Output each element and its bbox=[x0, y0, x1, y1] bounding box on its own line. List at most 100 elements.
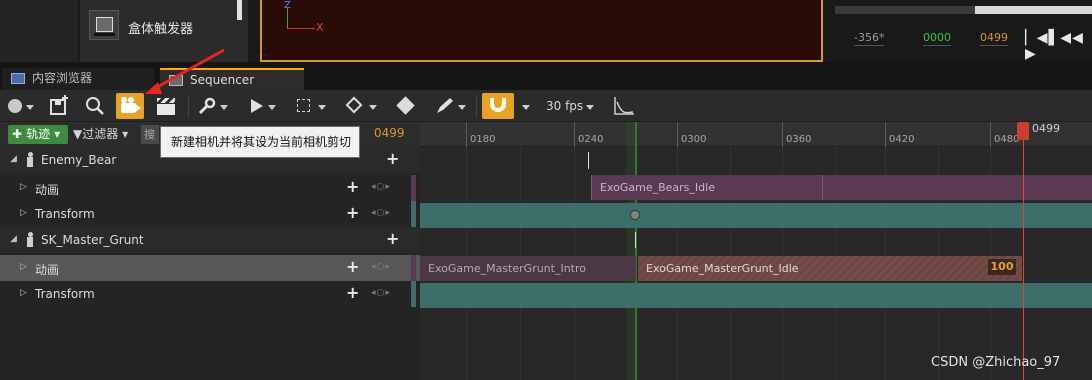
track-color-accent bbox=[411, 255, 416, 281]
key-navigation[interactable]: ◂○▸ bbox=[371, 262, 391, 272]
track-label: 动画 bbox=[35, 183, 60, 197]
actor-label: SK_Master_Grunt bbox=[41, 233, 144, 247]
lane-bear-animation[interactable]: ExoGame_Bears_Idle bbox=[420, 175, 1092, 201]
filter-button[interactable]: ▼过滤器 ▾ bbox=[73, 125, 135, 144]
key-navigation[interactable]: ◂○▸ bbox=[371, 208, 391, 218]
add-section-button[interactable]: + bbox=[346, 283, 359, 302]
add-track-plus-button[interactable]: + bbox=[386, 229, 399, 248]
place-actor-item[interactable]: 盒体触发器 bbox=[80, 0, 248, 62]
general-options-button[interactable] bbox=[196, 93, 232, 119]
auto-key-button[interactable] bbox=[434, 93, 470, 119]
section-transform[interactable] bbox=[420, 203, 1092, 228]
chevron-down-icon bbox=[268, 105, 276, 110]
expand-arrow-icon[interactable]: ▷ bbox=[20, 208, 27, 218]
tooltip: 新建相机并将其设为当前相机剪切 bbox=[160, 126, 360, 158]
select-edit-options-button[interactable] bbox=[296, 93, 330, 119]
marked-frames-button[interactable] bbox=[394, 93, 420, 119]
add-section-button[interactable]: + bbox=[346, 203, 359, 222]
transport-controls[interactable]: ▏◀▌◀◀ ▶ bbox=[1025, 30, 1092, 62]
current-frame-field[interactable]: 0499 bbox=[374, 126, 405, 140]
snap-options-dropdown[interactable] bbox=[520, 93, 534, 119]
filter-icon: ▼ bbox=[73, 127, 83, 141]
wrench-icon bbox=[198, 97, 216, 115]
filter-label: 过滤器 bbox=[82, 127, 119, 141]
scrollbar[interactable] bbox=[237, 0, 242, 20]
place-actor-label: 盒体触发器 bbox=[128, 22, 194, 37]
tab-label: 内容浏览器 bbox=[32, 71, 93, 85]
section-bears-idle[interactable]: ExoGame_Bears_Idle bbox=[591, 175, 1092, 200]
playback-range-track bbox=[835, 6, 975, 14]
timecode-start[interactable]: -356* bbox=[854, 31, 885, 46]
chevron-down-icon bbox=[318, 105, 326, 110]
timeline-area[interactable]: 0180 0240 0300 0360 0420 0480 ExoGame_Be… bbox=[420, 122, 1092, 380]
play-icon bbox=[251, 99, 263, 113]
keyframe-marker[interactable] bbox=[630, 210, 640, 220]
frame-rate-dropdown[interactable]: 30 fps bbox=[546, 93, 598, 119]
snap-toggle-button[interactable] bbox=[482, 93, 514, 119]
time-ruler[interactable]: 0180 0240 0300 0360 0420 0480 bbox=[420, 122, 1092, 147]
key-navigation[interactable]: ◂○▸ bbox=[371, 182, 391, 192]
outliner-row-transform[interactable]: ▷ Transform + ◂○▸ bbox=[0, 201, 420, 227]
outliner-row-animation-selected[interactable]: ▷ 动画 + ◂○▸ bbox=[0, 255, 420, 281]
search-input[interactable]: 搜 bbox=[141, 125, 159, 144]
curve-editor-button[interactable] bbox=[612, 93, 636, 119]
expand-arrow-icon[interactable]: ◢ bbox=[10, 234, 17, 244]
key-navigation[interactable]: ◂○▸ bbox=[371, 288, 391, 298]
track-label: 动画 bbox=[35, 263, 60, 277]
tick-label: 0180 bbox=[470, 134, 496, 145]
chevron-down-icon bbox=[220, 105, 228, 110]
tick-label: 0240 bbox=[578, 134, 604, 145]
playback-options-button[interactable] bbox=[248, 93, 280, 119]
tab-content-browser[interactable]: 内容浏览器 bbox=[2, 68, 154, 90]
tick-label: 0480 bbox=[994, 134, 1020, 145]
keyframe-icon bbox=[345, 96, 363, 114]
chevron-down-icon bbox=[522, 105, 530, 110]
find-in-content-browser-button[interactable] bbox=[83, 93, 107, 119]
save-button[interactable] bbox=[46, 93, 72, 119]
add-section-button[interactable]: + bbox=[346, 177, 359, 196]
playback-range-bar[interactable] bbox=[975, 6, 1092, 14]
box-trigger-icon bbox=[89, 10, 119, 40]
section-grunt-intro[interactable]: ExoGame_MasterGrunt_Intro bbox=[420, 256, 636, 281]
world-settings-button[interactable] bbox=[6, 93, 36, 119]
key-options-button[interactable] bbox=[344, 93, 380, 119]
playhead-handle[interactable] bbox=[1017, 122, 1029, 140]
toolbar-separator bbox=[188, 95, 189, 117]
expand-arrow-icon[interactable]: ▷ bbox=[20, 182, 27, 192]
watermark: CSDN @Zhichao_97 bbox=[931, 355, 1061, 370]
frame-rate-label: 30 fps bbox=[546, 99, 584, 113]
add-track-label: 轨迹 bbox=[26, 127, 51, 141]
track-label: Transform bbox=[35, 207, 95, 221]
sequencer-icon bbox=[169, 75, 183, 86]
add-track-plus-button[interactable]: + bbox=[386, 149, 399, 168]
axis-x-label: X bbox=[316, 21, 324, 34]
level-viewport[interactable] bbox=[260, 0, 823, 62]
toolbar-separator bbox=[476, 95, 477, 117]
clapperboard-icon bbox=[157, 98, 175, 103]
marquee-select-icon bbox=[297, 99, 310, 112]
expand-arrow-icon[interactable]: ▷ bbox=[20, 288, 27, 298]
add-section-button[interactable]: + bbox=[346, 257, 359, 276]
outliner-row-animation[interactable]: ▷ 动画 + ◂○▸ bbox=[0, 175, 420, 201]
left-panel-stub bbox=[0, 0, 78, 62]
actor-icon bbox=[26, 152, 34, 168]
outliner-row-transform[interactable]: ▷ Transform + ◂○▸ bbox=[0, 281, 420, 307]
render-movie-button[interactable] bbox=[154, 93, 180, 119]
timecode-current[interactable]: 0000 bbox=[923, 31, 951, 46]
timecode-end[interactable]: 0499 bbox=[980, 31, 1008, 46]
lane-grunt-transform[interactable] bbox=[420, 283, 1092, 309]
track-outliner: ◢ Enemy_Bear + ▷ 动画 + ◂○▸ ▷ Transform + … bbox=[0, 147, 420, 380]
expand-arrow-icon[interactable]: ▷ bbox=[20, 262, 27, 272]
tick-label: 0420 bbox=[889, 134, 915, 145]
section-grunt-idle[interactable]: ExoGame_MasterGrunt_Idle bbox=[638, 256, 1022, 281]
lane-bear-transform[interactable] bbox=[420, 203, 1092, 229]
playhead-line[interactable] bbox=[1023, 130, 1024, 380]
tab-sequencer[interactable]: Sequencer bbox=[160, 68, 304, 90]
create-camera-button[interactable] bbox=[116, 93, 144, 119]
track-color-accent bbox=[411, 175, 416, 201]
section-transform[interactable] bbox=[420, 283, 1092, 308]
outliner-row-sk-master-grunt[interactable]: ◢ SK_Master_Grunt + bbox=[0, 227, 420, 253]
add-track-button[interactable]: ✚ 轨迹 ▾ bbox=[8, 125, 68, 144]
expand-arrow-icon[interactable]: ◢ bbox=[10, 154, 17, 164]
playback-start-marker[interactable] bbox=[635, 122, 637, 380]
